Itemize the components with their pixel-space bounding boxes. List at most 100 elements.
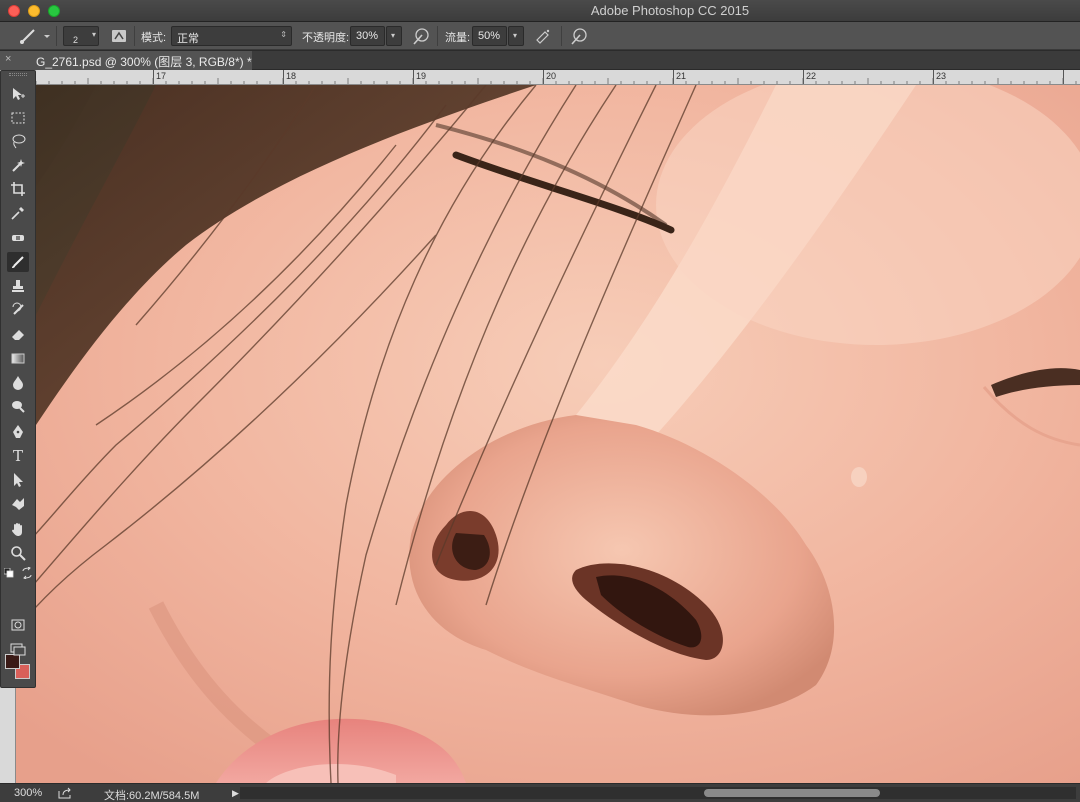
lasso-tool[interactable] [7, 131, 29, 151]
default-colors-icon [3, 567, 14, 578]
document-canvas[interactable] [16, 85, 1080, 783]
type-tool[interactable]: T [7, 446, 29, 466]
app-title: Adobe Photoshop CC 2015 [590, 3, 750, 18]
brush-icon [12, 256, 24, 268]
horizontal-scrollbar-track[interactable] [240, 787, 1076, 799]
healing-brush-tool[interactable] [7, 228, 29, 248]
drop-icon [13, 376, 23, 390]
panel-grip[interactable] [9, 73, 27, 76]
mode-label: 模式: [141, 32, 167, 44]
rectangular-marquee-icon [11, 112, 25, 124]
share-icon [58, 787, 71, 799]
brush-size-picker[interactable]: 2 ▾ [63, 26, 99, 46]
gradient-tool[interactable] [7, 348, 29, 368]
tablet-size-icon [571, 28, 587, 45]
brush-size-value: 2 [73, 35, 79, 45]
status-menu-arrow-icon[interactable]: ▶ [232, 788, 239, 799]
gradient-icon [11, 353, 25, 364]
pen-tool[interactable] [7, 422, 29, 442]
stepper-icon: ⇕ [280, 30, 287, 39]
separator [561, 26, 562, 46]
screen-mode-button[interactable] [7, 639, 29, 659]
opacity-slider-button[interactable]: ▾ [386, 26, 402, 46]
document-title: G_2761.psd @ 300% (图层 3, RGB/8*) * [36, 55, 252, 69]
separator [56, 26, 57, 46]
type-icon: T [12, 447, 23, 465]
magic-wand-tool[interactable] [7, 155, 29, 175]
airbrush-icon [536, 29, 550, 44]
swap-arrows-icon [22, 566, 32, 580]
brush-panel-icon [112, 30, 126, 42]
crop-tool[interactable] [7, 179, 29, 199]
airbrush-button[interactable] [533, 26, 553, 46]
options-bar: 2 ▾ 模式: 正常 ⇕ 不透明度: 30% ▾ 流量: 50% ▾ [0, 22, 1080, 50]
tools-panel: T [0, 70, 36, 688]
zoom-level-field[interactable]: 300% [0, 784, 48, 802]
pressure-size-button[interactable] [569, 26, 589, 46]
tablet-pressure-icon [413, 28, 429, 45]
horizontal-ruler[interactable]: 17 18 19 20 21 22 23 [16, 70, 1080, 85]
status-bar: 300% 文档:60.2M/584.5M ▶ [0, 783, 1080, 802]
separator [134, 26, 135, 46]
blend-mode-select[interactable]: 正常 ⇕ [171, 26, 292, 46]
share-button[interactable] [58, 787, 72, 799]
close-tab-icon[interactable]: × [5, 53, 11, 65]
document-size-info: 文档:60.2M/584.5M [104, 790, 200, 802]
marquee-tool[interactable] [7, 108, 29, 128]
path-selection-tool[interactable] [7, 470, 29, 490]
stamp-icon [12, 280, 24, 292]
brush-preset-icon [20, 29, 50, 44]
document-tab-bar: × G_2761.psd @ 300% (图层 3, RGB/8*) * [0, 51, 1080, 70]
opacity-value: 30% [356, 30, 379, 42]
lasso-icon [12, 134, 26, 149]
magic-wand-icon [12, 159, 25, 172]
pressure-opacity-button[interactable] [411, 26, 431, 46]
shape-tool[interactable] [7, 494, 29, 514]
flow-label: 流量: [445, 32, 471, 44]
quick-mask-button[interactable] [7, 615, 29, 635]
arrow-icon [14, 473, 23, 487]
swap-colors-button[interactable] [21, 566, 33, 580]
brush-tool[interactable] [7, 252, 29, 272]
opacity-label: 不透明度: [302, 32, 350, 44]
ruler-minor-ticks [22, 78, 1077, 84]
eyedropper-tool[interactable] [7, 203, 29, 223]
move-tool[interactable] [7, 84, 29, 104]
document-tab[interactable]: × G_2761.psd @ 300% (图层 3, RGB/8*) * [0, 51, 252, 70]
pen-icon [13, 425, 23, 438]
eraser-icon [12, 330, 24, 340]
zoom-tool[interactable] [7, 543, 29, 563]
photo-canvas [16, 85, 1080, 783]
horizontal-scrollbar-thumb[interactable] [704, 789, 880, 797]
tool-preset-picker[interactable] [14, 24, 54, 48]
chevron-down-icon: ▾ [391, 31, 396, 40]
brush-panel-toggle[interactable] [110, 26, 128, 46]
flow-input[interactable]: 50% [472, 26, 507, 46]
default-colors-button[interactable] [3, 567, 14, 578]
hand-icon [12, 523, 22, 536]
history-brush-icon [12, 302, 24, 315]
title-bar: Adobe Photoshop CC 2015 [0, 0, 1080, 22]
hand-tool[interactable] [7, 519, 29, 539]
separator [437, 26, 438, 46]
move-icon [13, 88, 25, 100]
history-brush-tool[interactable] [7, 300, 29, 320]
bandage-icon [12, 235, 24, 241]
blur-tool[interactable] [7, 372, 29, 392]
eyedropper-icon [11, 207, 24, 220]
dodge-icon [12, 401, 25, 413]
zoom-icon [11, 546, 26, 561]
eraser-tool[interactable] [7, 324, 29, 344]
chevron-down-icon: ▾ [513, 31, 518, 40]
crop-icon [11, 182, 25, 196]
screen-mode-icon [10, 643, 26, 656]
quick-mask-icon [11, 619, 25, 631]
flow-value: 50% [478, 30, 501, 42]
chevron-down-icon: ▾ [91, 30, 96, 39]
opacity-input[interactable]: 30% [350, 26, 385, 46]
custom-shape-icon [12, 498, 24, 510]
dodge-tool[interactable] [7, 396, 29, 416]
flow-slider-button[interactable]: ▾ [508, 26, 524, 46]
clone-stamp-tool[interactable] [7, 276, 29, 296]
blend-mode-value: 正常 [177, 33, 199, 45]
